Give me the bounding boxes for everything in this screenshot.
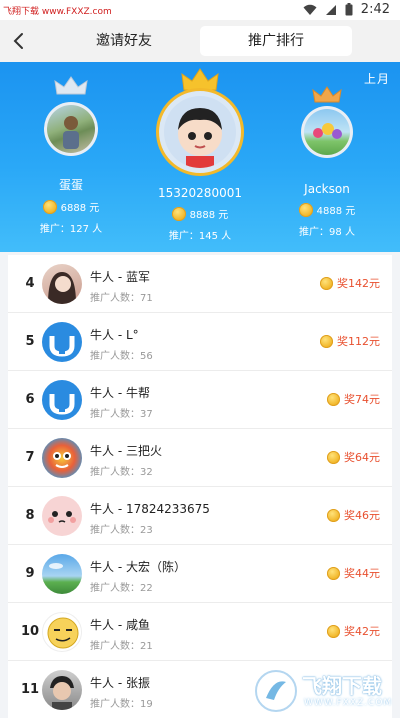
avatar [42,670,82,710]
signal-icon [325,4,336,15]
rank-number: 9 [25,566,35,581]
ranking-row[interactable]: 5 牛人 - L° 推广人数：56 奖112元 [8,313,392,371]
coin-icon [327,450,340,464]
battery-icon [345,3,353,16]
rank-number: 5 [25,334,35,349]
user-name: 牛人 - 牛帮 [90,386,150,400]
promo-count: 推广人数：71 [90,293,153,304]
period-label[interactable]: 上月 [364,70,390,87]
promo-count: 推广人数：22 [90,583,153,594]
podium-name: 15320280001 [158,186,242,200]
tab-promotion-ranking[interactable]: 推广排行 [200,26,352,56]
coin-icon [327,566,340,580]
watermark-url: WWW.FXXZ.COM [304,698,393,708]
chevron-left-icon [13,33,23,49]
ranking-row[interactable]: 8 牛人 - 17824233675 推广人数：23 奖46元 [8,487,392,545]
avatar [42,554,82,594]
podium-first[interactable]: 15320280001 8888 元 推广：145 人 [150,68,250,242]
avatar-second [44,102,98,156]
avatar [42,438,82,478]
nav-bar: 邀请好友 推广排行 [0,20,400,62]
podium-promo-count: 推广：127 人 [39,224,103,235]
user-name: 牛人 - 张振 [90,676,150,690]
wifi-icon [303,4,317,15]
coin-icon [327,624,340,638]
ranking-row[interactable]: 4 牛人 - 蓝军 推广人数：71 奖142元 [8,255,392,313]
rank-number: 7 [25,450,35,465]
avatar-first [156,88,244,176]
clock-time: 2:42 [360,2,390,17]
promo-count: 推广人数：56 [90,351,153,362]
podium-name: Jackson [304,182,350,196]
reward-badge: 奖142元 [320,275,380,291]
avatar [42,612,82,652]
ranking-list: 4 牛人 - 蓝军 推广人数：71 奖142元 5 牛人 - L° 推广人数：5… [8,255,392,718]
coin-icon [171,206,186,221]
user-name: 牛人 - 三把火 [90,444,162,458]
coin-icon [320,276,333,290]
rank-number: 8 [25,508,35,523]
avatar [42,496,82,536]
avatar-third [301,106,353,158]
podium-section: 上月 蛋蛋 6888 元 推广：127 人 15320280001 8888 元… [0,62,400,252]
tab-invite-friends[interactable]: 邀请好友 [74,26,174,56]
ranking-row[interactable]: 10 牛人 - 咸鱼 推广人数：21 奖42元 [8,603,392,661]
avatar [42,380,82,420]
coin-icon [320,334,333,348]
user-name: 牛人 - 蓝军 [90,270,150,284]
podium-third[interactable]: Jackson 4888 元 推广：98 人 [290,86,364,238]
crown-silver-icon [54,76,88,95]
promo-count: 推广人数：23 [90,525,153,536]
podium-promo-count: 推广：98 人 [299,227,355,238]
status-icons: 2:42 [303,2,390,17]
watermark-brand: 飞翔下载 [302,674,382,698]
podium-coins: 4888 元 [290,202,364,217]
reward-badge: 奖112元 [320,333,380,349]
back-button[interactable] [6,28,30,54]
user-name: 牛人 - 咸鱼 [90,618,150,632]
podium-coins: 8888 元 [150,206,250,221]
ranking-row[interactable]: 6 牛人 - 牛帮 推广人数：37 奖74元 [8,371,392,429]
reward-badge: 奖46元 [327,507,380,523]
watermark-logo: 飞翔下载 WWW.FXXZ.COM [252,668,392,714]
reward-badge: 奖74元 [327,391,380,407]
avatar [42,264,82,304]
promo-count: 推广人数：21 [90,641,153,652]
avatar [42,322,82,362]
status-bar: 飞翔下载 www.FXXZ.com 2:42 [0,0,400,20]
podium-coins: 6888 元 [34,199,108,214]
watermark-text: 飞翔下载 www.FXXZ.com [3,7,112,17]
coin-icon [298,202,313,217]
promo-count: 推广人数：19 [90,699,153,710]
ranking-row[interactable]: 9 牛人 - 大宏（陈） 推广人数：22 奖44元 [8,545,392,603]
coin-icon [42,199,57,214]
crown-bronze-icon [312,86,342,103]
rank-number: 11 [20,682,40,697]
ranking-row[interactable]: 7 牛人 - 三把火 推广人数：32 奖64元 [8,429,392,487]
podium-promo-count: 推广：145 人 [168,231,232,242]
rank-number: 6 [25,392,35,407]
coin-icon [327,508,340,522]
promo-count: 推广人数：37 [90,409,153,420]
user-name: 牛人 - 大宏（陈） [90,560,186,574]
podium-second[interactable]: 蛋蛋 6888 元 推广：127 人 [34,76,108,235]
user-name: 牛人 - L° [90,328,139,342]
user-name: 牛人 - 17824233675 [90,502,210,516]
promo-count: 推广人数：32 [90,467,153,478]
rank-number: 10 [20,624,40,639]
reward-badge: 奖44元 [327,565,380,581]
reward-badge: 奖42元 [327,623,380,639]
coin-icon [327,392,340,406]
rank-number: 4 [25,276,35,291]
reward-badge: 奖64元 [327,449,380,465]
podium-name: 蛋蛋 [58,178,83,192]
